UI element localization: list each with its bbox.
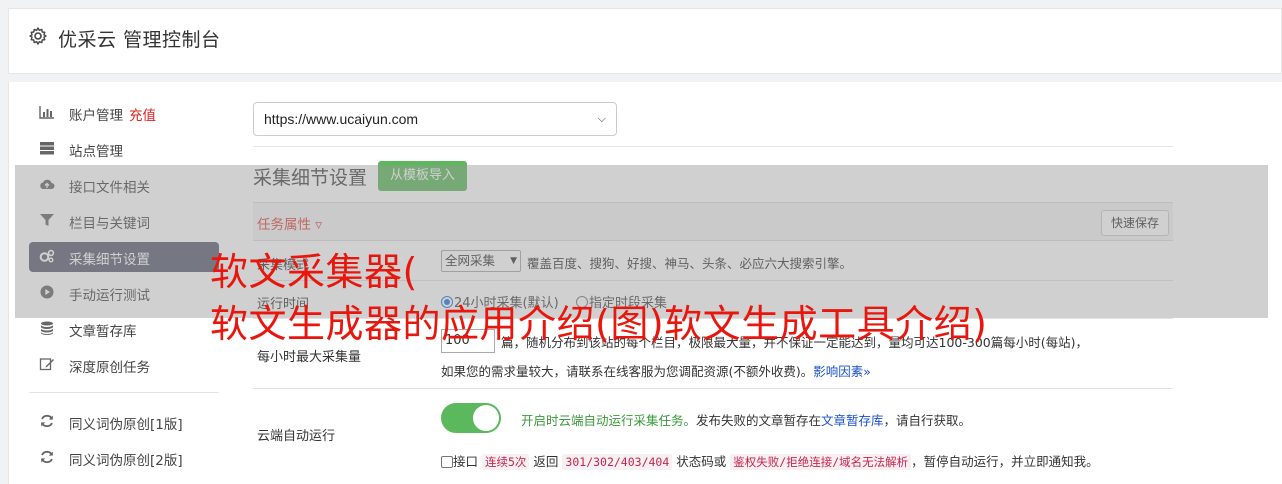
factors-link[interactable]: 影响因素» bbox=[813, 364, 871, 379]
sidebar-item-sites[interactable]: 站点管理 bbox=[29, 134, 219, 164]
sidebar-item-label: 同义词伪原创[2版] bbox=[69, 453, 183, 469]
sidebar-item-label: 站点管理 bbox=[69, 144, 123, 160]
pause-checkbox[interactable] bbox=[441, 456, 453, 468]
refresh-icon bbox=[39, 450, 55, 466]
cloud-tip-end: ，请自行获取。 bbox=[883, 413, 972, 428]
header-bar: 优采云 管理控制台 bbox=[8, 8, 1282, 74]
watermark-line2: 软文生成器的应用介绍(图)软文生成工具介绍) bbox=[210, 302, 988, 346]
sidebar-item-account[interactable]: 账户管理 充值 bbox=[29, 98, 219, 128]
code-status: 301/302/403/404 bbox=[562, 454, 673, 470]
sidebar-item-synonym-v2[interactable]: 同义词伪原创[2版] bbox=[29, 443, 219, 473]
bar-chart-icon bbox=[39, 105, 55, 121]
max-desc-line2: 如果您的需求量较大，请联系在线客服为您调配资源(不额外收费)。 bbox=[441, 364, 814, 379]
sidebar-item-label: 同义词伪原创[1版] bbox=[69, 417, 183, 433]
code-consecutive: 连续5次 bbox=[482, 454, 530, 470]
recharge-link[interactable]: 充值 bbox=[129, 108, 156, 124]
divider bbox=[253, 146, 1173, 147]
site-select-value: https://www.ucaiyun.com bbox=[264, 111, 419, 127]
sidebar-item-label: 深度原创任务 bbox=[69, 360, 150, 376]
watermark-title: 软文采集器( 软文生成器的应用介绍(图)软文生成工具介绍) bbox=[210, 246, 987, 350]
sidebar-item-label: 文章暂存库 bbox=[69, 324, 137, 340]
cloud-tip-green: 开启时云端自动运行采集任务。 bbox=[521, 413, 697, 428]
site-select[interactable]: https://www.ucaiyun.com ⌵ bbox=[253, 102, 617, 136]
pause-text-b: 返回 bbox=[533, 454, 559, 469]
sidebar-item-article-store[interactable]: 文章暂存库 bbox=[29, 314, 219, 344]
code-errors: 鉴权失败/拒绝连接/域名无法解析 bbox=[730, 454, 912, 470]
pause-text-d: ，暂停自动运行，并立即通知我。 bbox=[911, 454, 1099, 469]
cloud-tip-text: 发布失败的文章暂存在 bbox=[696, 413, 822, 428]
row-label: 云端自动运行 bbox=[257, 429, 336, 444]
sidebar-item-synonym-v1[interactable]: 同义词伪原创[1版] bbox=[29, 407, 219, 437]
edit-icon bbox=[39, 357, 55, 373]
cloud-run-toggle[interactable] bbox=[441, 403, 501, 433]
database-icon bbox=[39, 321, 55, 337]
toggle-knob bbox=[473, 405, 499, 431]
pause-text-c: 状态码或 bbox=[676, 454, 727, 469]
watermark-line1: 软文采集器( bbox=[210, 250, 418, 294]
server-icon bbox=[39, 141, 55, 157]
sidebar-divider bbox=[29, 392, 219, 393]
page-title: 优采云 管理控制台 bbox=[58, 29, 221, 51]
refresh-icon bbox=[39, 414, 55, 430]
sidebar-item-label: 账户管理 bbox=[69, 108, 123, 124]
sidebar-item-deep-original[interactable]: 深度原创任务 bbox=[29, 350, 219, 380]
row-cloud-run: 云端自动运行 开启时云端自动运行采集任务。发布失败的文章暂存在文章暂存库，请自行… bbox=[253, 389, 1173, 481]
pause-text-a: 接口 bbox=[453, 454, 479, 469]
chevron-down-icon: ⌵ bbox=[597, 113, 606, 125]
article-store-link[interactable]: 文章暂存库 bbox=[821, 413, 884, 428]
gear-icon bbox=[29, 27, 47, 45]
